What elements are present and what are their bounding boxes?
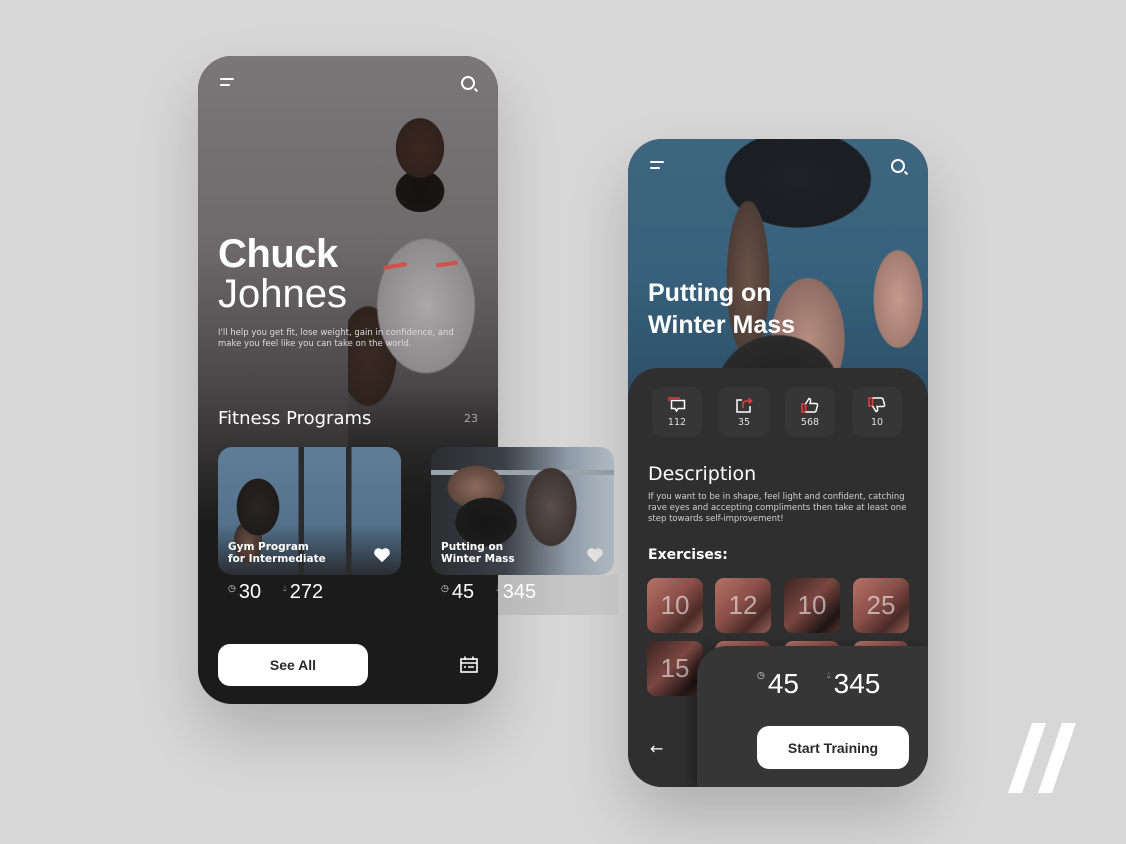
program-stats: ◷ 45 💧︎ 345 — [441, 581, 536, 604]
comments-button[interactable]: 112 — [652, 387, 702, 437]
program-stats: ◷ 45 💧︎ 345 — [757, 668, 880, 700]
share-icon — [736, 397, 753, 413]
drop-icon: 💧︎ — [496, 584, 500, 594]
menu-icon[interactable] — [650, 161, 666, 171]
see-all-button[interactable]: See All — [218, 644, 368, 686]
drop-icon: 💧︎ — [283, 584, 287, 594]
calories-stat: 💧︎ 272 — [283, 581, 324, 603]
trainer-tagline: I'll help you get fit, lose weight, gain… — [218, 328, 454, 349]
thumbs-up-icon — [801, 397, 819, 413]
duration-stat: ◷ 45 — [441, 581, 475, 603]
trainer-profile-screen: Chuck Johnes I'll help you get fit, lose… — [198, 56, 498, 704]
trainer-first-name: Chuck — [218, 232, 338, 276]
start-training-button[interactable]: Start Training — [757, 726, 909, 769]
exercise-tile[interactable]: 12 — [715, 578, 771, 633]
menu-icon[interactable] — [220, 78, 236, 88]
heart-icon[interactable] — [586, 547, 604, 563]
trainer-last-name: Johnes — [218, 272, 347, 316]
calories-stat: 💧︎ 345 — [496, 581, 537, 603]
heart-icon[interactable] — [373, 547, 391, 563]
comment-icon — [668, 396, 686, 412]
exercises-title: Exercises: — [648, 547, 728, 563]
back-arrow-icon[interactable]: ← — [650, 739, 663, 758]
duration-stat: ◷ 45 — [757, 668, 800, 699]
clock-icon: ◷ — [757, 671, 765, 681]
like-button[interactable]: 568 — [785, 387, 835, 437]
program-stats: ◷ 30 💧︎ 272 — [228, 581, 323, 604]
program-title: Gym Program for Intermediate — [228, 541, 326, 565]
exercise-tile[interactable]: 25 — [853, 578, 909, 633]
search-icon[interactable] — [461, 76, 479, 94]
duration-stat: ◷ 30 — [228, 581, 262, 603]
program-detail-screen: Putting on Winter Mass 112 35 568 10 Des… — [628, 139, 928, 787]
program-title: Putting on Winter Mass — [648, 279, 796, 339]
share-button[interactable]: 35 — [719, 387, 769, 437]
brand-logo-icon — [1008, 723, 1076, 793]
section-title: Fitness Programs — [218, 408, 372, 429]
exercise-tile[interactable]: 10 — [647, 578, 703, 633]
clock-icon: ◷ — [228, 584, 236, 594]
exercise-tile[interactable]: 10 — [784, 578, 840, 633]
description-title: Description — [648, 463, 757, 485]
exercise-tile[interactable]: 15 — [647, 641, 703, 696]
search-icon[interactable] — [891, 159, 909, 177]
thumbs-down-icon — [868, 396, 886, 412]
program-card[interactable]: Gym Program for Intermediate — [218, 447, 401, 575]
description-text: If you want to be in shape, feel light a… — [648, 492, 907, 524]
program-hero-image — [628, 139, 928, 399]
program-card[interactable]: Putting on Winter Mass — [431, 447, 614, 575]
dislike-button[interactable]: 10 — [852, 387, 902, 437]
calories-stat: 💧︎ 345 — [827, 668, 881, 699]
program-title: Putting on Winter Mass — [441, 541, 515, 565]
program-count: 23 — [464, 412, 478, 425]
calendar-icon[interactable] — [460, 656, 478, 673]
drop-icon: 💧︎ — [827, 671, 831, 681]
clock-icon: ◷ — [441, 584, 449, 594]
